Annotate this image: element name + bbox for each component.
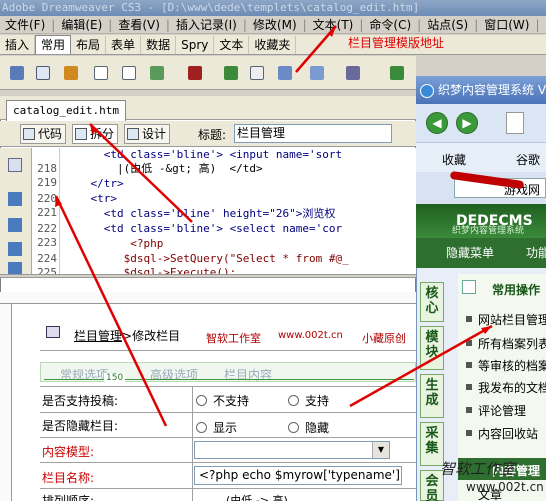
- arrow-to-browser: [349, 324, 493, 408]
- arrow-to-tab: [89, 123, 193, 223]
- screenshot-root: Adobe Dreamweaver CS3 - [D:\www\dede\tem…: [0, 0, 546, 501]
- arrowhead: [481, 326, 492, 334]
- annotation-arrows: [54, 25, 493, 427]
- arrow-to-code: [54, 195, 168, 427]
